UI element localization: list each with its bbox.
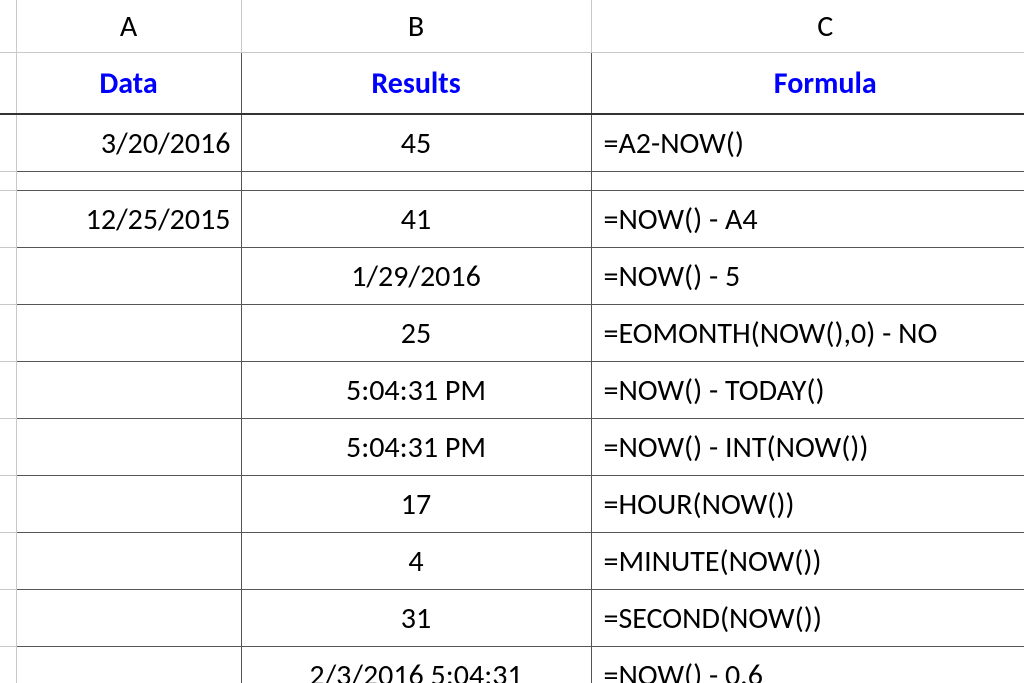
- cell-B10[interactable]: 4: [241, 533, 591, 590]
- row-header[interactable]: [0, 248, 16, 305]
- cell-B11[interactable]: 31: [241, 590, 591, 647]
- column-header-A[interactable]: A: [16, 0, 241, 53]
- cell-B5[interactable]: 1/29/2016: [241, 248, 591, 305]
- table-row: 5:04:31 PM =NOW() - INT(NOW()): [0, 419, 1024, 476]
- row-header[interactable]: [0, 305, 16, 362]
- cell-A10[interactable]: [16, 533, 241, 590]
- table-row: 31 =SECOND(NOW()): [0, 590, 1024, 647]
- cell-B8[interactable]: 5:04:31 PM: [241, 419, 591, 476]
- table-row: 3/20/2016 45 =A2-NOW(): [0, 114, 1024, 172]
- cell-B2[interactable]: 45: [241, 114, 591, 172]
- row-header[interactable]: [0, 647, 16, 683]
- cell-C12[interactable]: =NOW() - 0.6: [591, 647, 1024, 683]
- cell-A6[interactable]: [16, 305, 241, 362]
- column-header-C[interactable]: C: [591, 0, 1024, 53]
- row-header[interactable]: [0, 590, 16, 647]
- row-header[interactable]: [0, 114, 16, 172]
- cell-C2[interactable]: =A2-NOW(): [591, 114, 1024, 172]
- cell-C11[interactable]: =SECOND(NOW()): [591, 590, 1024, 647]
- table-row: 17 =HOUR(NOW()): [0, 476, 1024, 533]
- row-header[interactable]: [0, 533, 16, 590]
- row-header[interactable]: [0, 53, 16, 115]
- table-row: Data Results Formula: [0, 53, 1024, 115]
- cell-A1[interactable]: Data: [16, 53, 241, 115]
- cell-A3[interactable]: [16, 172, 241, 191]
- column-header-row: A B C: [0, 0, 1024, 53]
- cell-A2[interactable]: 3/20/2016: [16, 114, 241, 172]
- table-row: [0, 172, 1024, 191]
- cell-A11[interactable]: [16, 590, 241, 647]
- table-row: 2/3/2016 5:04:31 =NOW() - 0.6: [0, 647, 1024, 683]
- cell-B7[interactable]: 5:04:31 PM: [241, 362, 591, 419]
- cell-B3[interactable]: [241, 172, 591, 191]
- cell-B12[interactable]: 2/3/2016 5:04:31: [241, 647, 591, 683]
- row-header[interactable]: [0, 362, 16, 419]
- cell-C10[interactable]: =MINUTE(NOW()): [591, 533, 1024, 590]
- row-header[interactable]: [0, 172, 16, 191]
- cell-C4[interactable]: =NOW() - A4: [591, 191, 1024, 248]
- row-header[interactable]: [0, 476, 16, 533]
- cell-C8[interactable]: =NOW() - INT(NOW()): [591, 419, 1024, 476]
- column-header-B[interactable]: B: [241, 0, 591, 53]
- cell-A4[interactable]: 12/25/2015: [16, 191, 241, 248]
- cell-C6[interactable]: =EOMONTH(NOW(),0) - NO: [591, 305, 1024, 362]
- cell-A5[interactable]: [16, 248, 241, 305]
- cell-B9[interactable]: 17: [241, 476, 591, 533]
- cell-A12[interactable]: [16, 647, 241, 683]
- row-header[interactable]: [0, 191, 16, 248]
- cell-C7[interactable]: =NOW() - TODAY(): [591, 362, 1024, 419]
- cell-B6[interactable]: 25: [241, 305, 591, 362]
- table-row: 12/25/2015 41 =NOW() - A4: [0, 191, 1024, 248]
- table-row: 4 =MINUTE(NOW()): [0, 533, 1024, 590]
- cell-A7[interactable]: [16, 362, 241, 419]
- cell-C3[interactable]: [591, 172, 1024, 191]
- cell-A8[interactable]: [16, 419, 241, 476]
- cell-C9[interactable]: =HOUR(NOW()): [591, 476, 1024, 533]
- table-row: 1/29/2016 =NOW() - 5: [0, 248, 1024, 305]
- table-row: 25 =EOMONTH(NOW(),0) - NO: [0, 305, 1024, 362]
- cell-C1[interactable]: Formula: [591, 53, 1024, 115]
- grid[interactable]: A B C Data Results Formula 3/20/2016 45 …: [0, 0, 1024, 683]
- cell-B1[interactable]: Results: [241, 53, 591, 115]
- row-header[interactable]: [0, 419, 16, 476]
- cell-A9[interactable]: [16, 476, 241, 533]
- cell-B4[interactable]: 41: [241, 191, 591, 248]
- select-all-corner[interactable]: [0, 0, 16, 53]
- table-row: 5:04:31 PM =NOW() - TODAY(): [0, 362, 1024, 419]
- spreadsheet-view: A B C Data Results Formula 3/20/2016 45 …: [0, 0, 1024, 683]
- cell-C5[interactable]: =NOW() - 5: [591, 248, 1024, 305]
